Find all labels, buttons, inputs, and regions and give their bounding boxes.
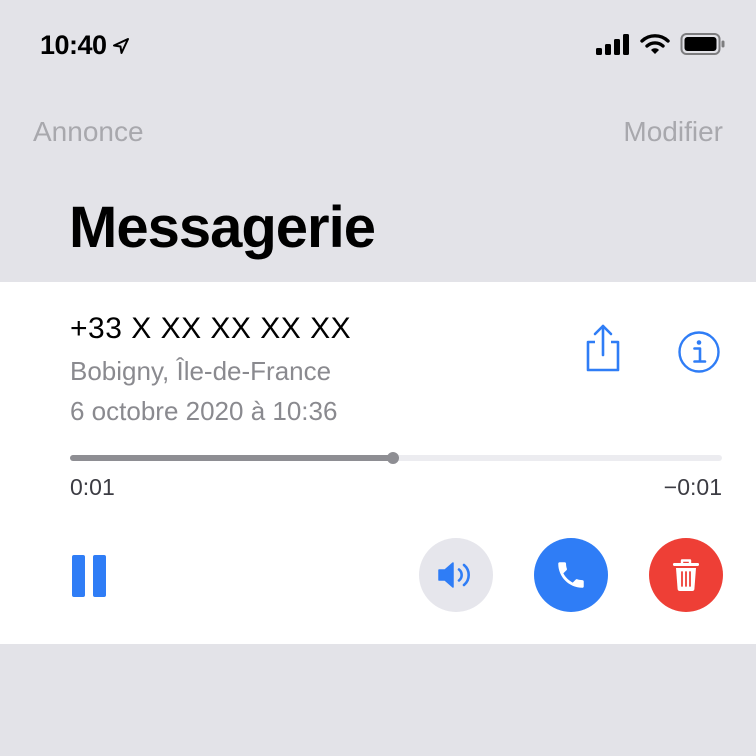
speaker-icon: [438, 562, 470, 588]
info-button[interactable]: [677, 330, 721, 374]
caller-location: Bobigny, Île-de-France: [70, 356, 332, 386]
pause-icon-bar-left: [72, 555, 85, 597]
status-icons: [596, 32, 726, 56]
location-arrow-icon: [112, 37, 129, 54]
status-time-group: 10:40: [40, 30, 131, 61]
remaining-time: −0:01: [663, 474, 722, 500]
phone-icon: [558, 562, 584, 588]
delete-button[interactable]: [649, 538, 723, 612]
status-time: 10:40: [40, 30, 107, 60]
playback-progress-slider[interactable]: [70, 452, 722, 464]
page-title: Messagerie: [69, 195, 376, 260]
pause-icon-bar-right: [93, 555, 106, 597]
playback-progress-fill: [70, 455, 393, 461]
pause-button[interactable]: [72, 555, 106, 597]
share-button[interactable]: [580, 322, 626, 374]
voicemail-item[interactable]: +33 X XX XX XX XX Bobigny, Île-de-France…: [0, 282, 756, 644]
trash-icon: [673, 559, 699, 591]
info-icon: [678, 331, 720, 373]
cellular-signal-icon: [596, 34, 629, 55]
speaker-button[interactable]: [419, 538, 493, 612]
edit-button[interactable]: Modifier: [623, 116, 723, 148]
voicemail-datetime: 6 octobre 2020 à 10:36: [70, 396, 338, 426]
status-bar: 10:40: [0, 0, 756, 90]
battery-icon: [680, 33, 725, 55]
call-back-button[interactable]: [534, 538, 608, 612]
share-icon: [586, 324, 620, 372]
voicemail-screen: 10:40 Annonce Modifier Messagerie +33 X …: [0, 0, 756, 756]
caller-number: +33 X XX XX XX XX: [70, 312, 352, 345]
elapsed-time: 0:01: [70, 474, 115, 500]
announcement-button[interactable]: Annonce: [33, 116, 144, 148]
playback-progress-knob[interactable]: [386, 452, 399, 464]
wifi-icon: [640, 34, 670, 54]
